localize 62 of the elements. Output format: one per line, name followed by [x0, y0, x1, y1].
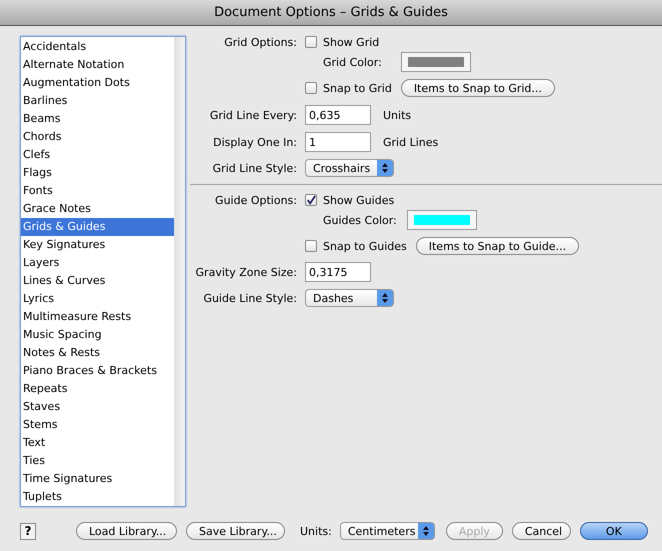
popup-menu[interactable]: Dashes [305, 289, 394, 307]
load-library-button[interactable]: Load Library... [76, 522, 177, 540]
color-well[interactable] [406, 210, 477, 230]
list-item[interactable]: Tuplets [21, 488, 174, 506]
checkmark-icon [306, 194, 316, 206]
color-label: Grid Color: [323, 56, 382, 68]
color-well[interactable] [400, 52, 471, 72]
list-item[interactable]: Ties [21, 452, 174, 470]
list-item[interactable]: Staves [21, 398, 174, 416]
list-item[interactable]: Grids & Guides [21, 218, 174, 236]
list-item[interactable]: Repeats [21, 380, 174, 398]
snap-items-button[interactable]: Items to Snap to Grid... [400, 79, 555, 97]
list-item[interactable]: Barlines [21, 92, 174, 110]
checkbox[interactable]: Snap to Guides [305, 240, 407, 252]
list-item[interactable]: Accidentals [21, 38, 174, 56]
list-item[interactable]: Music Spacing [21, 326, 174, 344]
unit-label: Units [383, 108, 412, 122]
dialog-button[interactable]: OK [580, 522, 648, 540]
list-item[interactable]: Lyrics [21, 290, 174, 308]
list-item[interactable]: Multimeasure Rests [21, 308, 174, 326]
option-label: Guide Options: [214, 194, 297, 206]
snap-items-button[interactable]: Items to Snap to Guide... [416, 237, 580, 255]
input-field[interactable]: 1 [305, 132, 371, 152]
help-button[interactable]: ? [20, 522, 36, 540]
popup-menu[interactable]: Centimeters [340, 522, 435, 540]
dialog-button[interactable]: Cancel [512, 522, 571, 540]
list-item[interactable]: Layers [21, 254, 174, 272]
color-label: Guides Color: [323, 214, 397, 226]
list-item[interactable]: Piano Braces & Brackets [21, 362, 174, 380]
option-label: Grid Options: [223, 36, 297, 48]
field-label: Guide Line Style: [202, 292, 297, 304]
field-label: Grid Line Style: [212, 162, 297, 174]
input-field[interactable]: 0,3175 [305, 262, 371, 282]
checkbox[interactable]: Snap to Grid [305, 82, 392, 94]
window-title: Document Options – Grids & Guides [0, 0, 662, 26]
list-item[interactable]: Flags [21, 164, 174, 182]
list-item[interactable]: Key Signatures [21, 236, 174, 254]
list-item[interactable]: Clefs [21, 146, 174, 164]
field-label: Display One In: [212, 136, 297, 148]
list-item[interactable]: Fonts [21, 182, 174, 200]
popup-menu[interactable]: Crosshairs [305, 159, 394, 177]
stepper-icon [377, 290, 393, 306]
list-item[interactable]: Stems [21, 416, 174, 434]
field-label: Grid Line Every: [208, 108, 297, 122]
list-item[interactable]: Alternate Notation [21, 56, 174, 74]
stepper-icon [418, 523, 434, 539]
list-item[interactable]: Time Signatures [21, 470, 174, 488]
unit-label: Grid Lines [383, 136, 438, 148]
input-field[interactable]: 0,635 [305, 105, 371, 125]
list-item[interactable]: Beams [21, 110, 174, 128]
save-library-button[interactable]: Save Library... [186, 522, 285, 540]
units-label: Units: [300, 524, 332, 538]
stepper-icon [377, 160, 393, 176]
list-item[interactable]: Augmentation Dots [21, 74, 174, 92]
list-item[interactable]: Chords [21, 128, 174, 146]
list-item[interactable]: Grace Notes [21, 200, 174, 218]
list-item[interactable]: Notes & Rests [21, 344, 174, 362]
checkbox[interactable]: Show Grid [305, 36, 380, 48]
field-label: Gravity Zone Size: [194, 266, 297, 278]
list-item[interactable]: Text [21, 434, 174, 452]
list-item[interactable]: Lines & Curves [21, 272, 174, 290]
checkbox[interactable]: Show Guides [305, 194, 394, 206]
